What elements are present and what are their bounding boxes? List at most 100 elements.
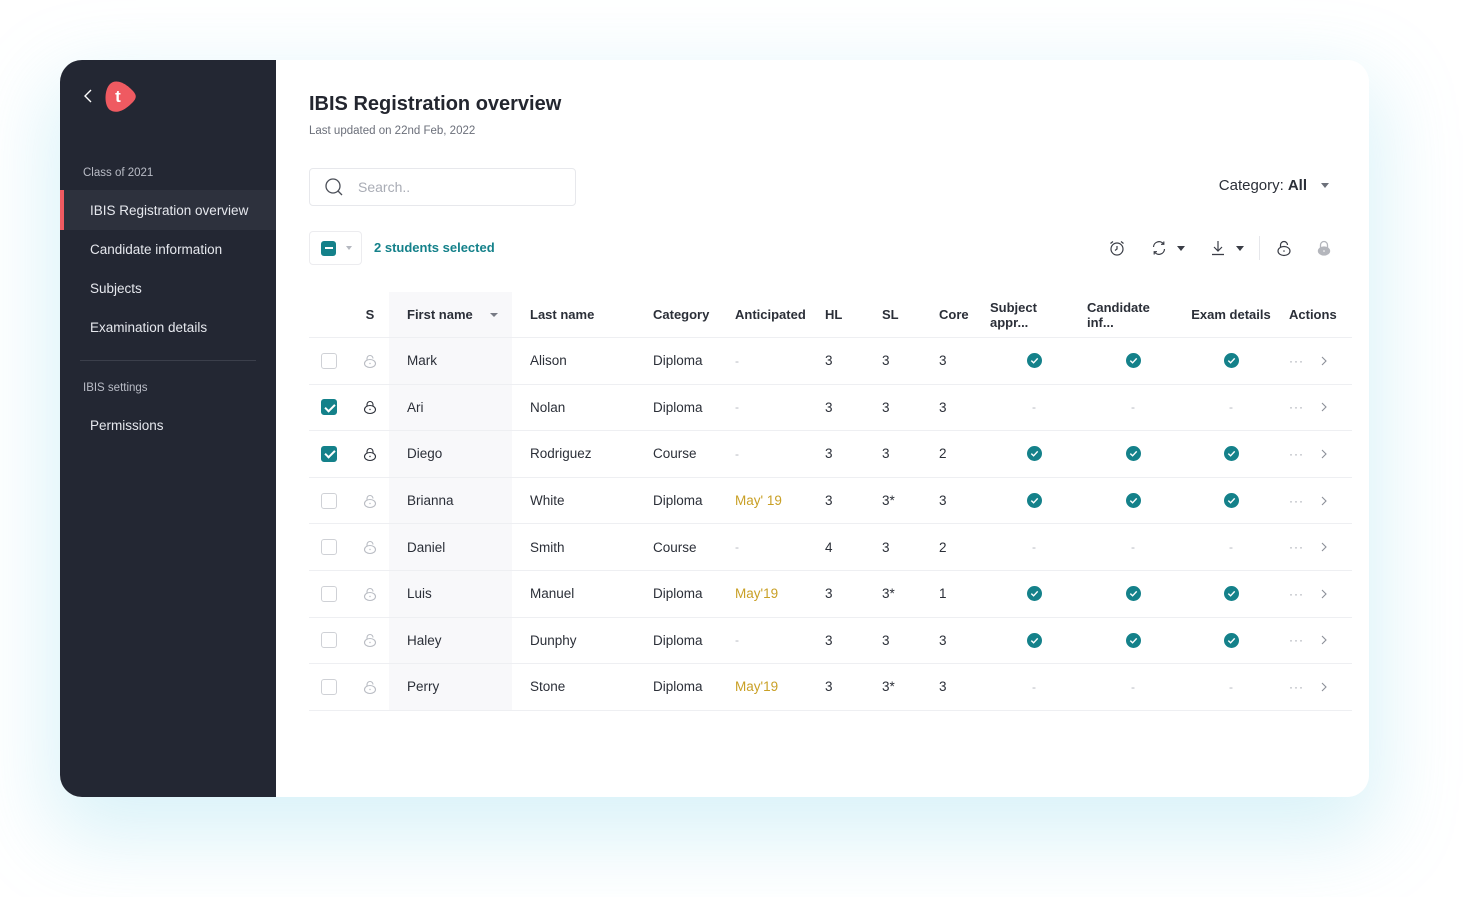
row-checkbox[interactable] (321, 352, 337, 369)
refresh-icon (1152, 241, 1166, 255)
core-count: 3 (939, 493, 947, 509)
row-actions: ··· (1289, 338, 1347, 384)
row-actions: ··· (1289, 664, 1347, 710)
column-header-category[interactable]: Category (653, 292, 709, 337)
hl-count: 3 (825, 679, 833, 695)
hl-count: 3 (825, 493, 833, 509)
unlock-button[interactable] (1275, 239, 1293, 257)
bulk-select-dropdown[interactable] (309, 231, 362, 265)
candidate-info-status (1087, 571, 1179, 617)
lock-status[interactable] (361, 385, 379, 431)
column-header-candidate-info[interactable]: Candidate inf... (1087, 292, 1179, 337)
category: Diploma (653, 493, 703, 509)
table-row-brianna[interactable]: Brianna White Diploma May' 19 3 3* 3 ··· (309, 477, 1352, 525)
search-icon (325, 178, 343, 196)
more-actions-button[interactable]: ··· (1289, 400, 1304, 414)
subject-approval-status: - (990, 664, 1078, 710)
check-circle-icon (1026, 353, 1042, 369)
column-header-first-name[interactable]: First name (407, 292, 498, 337)
row-checkbox[interactable] (321, 492, 337, 509)
row-actions: ··· (1289, 385, 1347, 431)
lock-status[interactable] (361, 524, 379, 570)
chevron-right-icon[interactable] (1318, 588, 1330, 600)
category-label: Category: (1218, 177, 1284, 194)
chevron-right-icon[interactable] (1318, 495, 1330, 507)
row-checkbox[interactable] (321, 632, 337, 649)
table-row-mark[interactable]: Mark Alison Diploma - 3 3 3 ··· (309, 338, 1352, 385)
alarm-clock-icon (1110, 241, 1124, 256)
chevron-right-icon[interactable] (1318, 681, 1330, 693)
sidebar-item-subjects[interactable]: Subjects (60, 268, 276, 308)
lock-status[interactable] (361, 664, 379, 710)
table-row-perry[interactable]: Perry Stone Diploma May'19 3 3* 3 - - - … (309, 664, 1352, 711)
table-row-ari[interactable]: Ari Nolan Diploma - 3 3 3 - - - ··· (309, 384, 1352, 432)
category: Course (653, 539, 697, 555)
search-input[interactable] (358, 179, 558, 195)
table-row-diego[interactable]: Diego Rodriguez Course - 3 3 2 ··· (309, 431, 1352, 478)
column-header-sl[interactable]: SL (882, 292, 899, 337)
more-actions-button[interactable]: ··· (1289, 680, 1304, 694)
row-checkbox[interactable] (321, 399, 337, 416)
column-header-core[interactable]: Core (939, 292, 969, 337)
sidebar-item-candidate-information[interactable]: Candidate information (60, 229, 276, 269)
hl-count: 3 (825, 446, 833, 462)
column-header-exam-details[interactable]: Exam details (1189, 292, 1273, 337)
logo-icon: t (105, 81, 136, 112)
lock-status[interactable] (361, 618, 379, 664)
chevron-right-icon[interactable] (1318, 541, 1330, 553)
first-name: Ari (407, 399, 424, 415)
chevron-right-icon[interactable] (1318, 634, 1330, 646)
chevron-right-icon[interactable] (1318, 355, 1330, 367)
logo: t (102, 78, 138, 114)
sl-count: 3 (882, 539, 890, 555)
sort-caret-icon[interactable] (489, 312, 498, 317)
reminder-button[interactable] (1108, 239, 1126, 257)
lock-status[interactable] (361, 478, 379, 524)
candidate-info-status: - (1087, 385, 1179, 431)
more-actions-button[interactable]: ··· (1289, 633, 1304, 647)
table-row-luis[interactable]: Luis Manuel Diploma May'19 3 3* 1 ··· (309, 570, 1352, 618)
sidebar-item-label: Candidate information (90, 241, 223, 257)
subject-approval-status (990, 478, 1078, 524)
lock-status[interactable] (361, 338, 379, 384)
indeterminate-checkbox[interactable] (321, 240, 336, 256)
sl-count: 3 (882, 353, 890, 369)
chevron-right-icon[interactable] (1318, 401, 1330, 413)
sidebar-item-registration-overview[interactable]: IBIS Registration overview (60, 190, 276, 230)
more-actions-button[interactable]: ··· (1289, 587, 1304, 601)
lock-status[interactable] (361, 431, 379, 477)
download-button[interactable] (1209, 239, 1244, 257)
chevron-right-icon[interactable] (1318, 448, 1330, 460)
category-filter[interactable]: Category: All (1219, 177, 1329, 194)
row-checkbox[interactable] (321, 585, 337, 602)
column-header-hl[interactable]: HL (825, 292, 842, 337)
unlock-icon (363, 354, 377, 368)
more-actions-button[interactable]: ··· (1289, 354, 1304, 368)
column-header-anticipated[interactable]: Anticipated (735, 292, 806, 337)
category: Diploma (653, 632, 703, 648)
row-checkbox[interactable] (321, 539, 337, 556)
column-header-subject-approval[interactable]: Subject appr... (990, 292, 1078, 337)
table-row-daniel[interactable]: Daniel Smith Course - 4 3 2 - - - ··· (309, 524, 1352, 571)
more-actions-button[interactable]: ··· (1289, 494, 1304, 508)
category: Diploma (653, 679, 703, 695)
check-circle-icon (1223, 586, 1239, 602)
row-checkbox[interactable] (321, 445, 337, 462)
row-checkbox[interactable] (321, 678, 337, 695)
hl-count: 4 (825, 539, 833, 555)
check-circle-icon (1223, 446, 1239, 462)
core-count: 3 (939, 353, 947, 369)
refresh-button[interactable] (1150, 239, 1185, 257)
back-button[interactable] (80, 87, 98, 105)
sidebar-item-permissions[interactable]: Permissions (60, 405, 276, 445)
table-row-haley[interactable]: Haley Dunphy Diploma - 3 3 3 ··· (309, 617, 1352, 665)
exam-details-status (1189, 571, 1273, 617)
sidebar-item-examination-details[interactable]: Examination details (60, 307, 276, 347)
more-actions-button[interactable]: ··· (1289, 540, 1304, 554)
more-actions-button[interactable]: ··· (1289, 447, 1304, 461)
column-header-s[interactable]: S (361, 292, 379, 337)
lock-status[interactable] (361, 571, 379, 617)
lock-button[interactable] (1315, 239, 1333, 257)
row-actions: ··· (1289, 478, 1347, 524)
column-header-last-name[interactable]: Last name (530, 292, 594, 337)
